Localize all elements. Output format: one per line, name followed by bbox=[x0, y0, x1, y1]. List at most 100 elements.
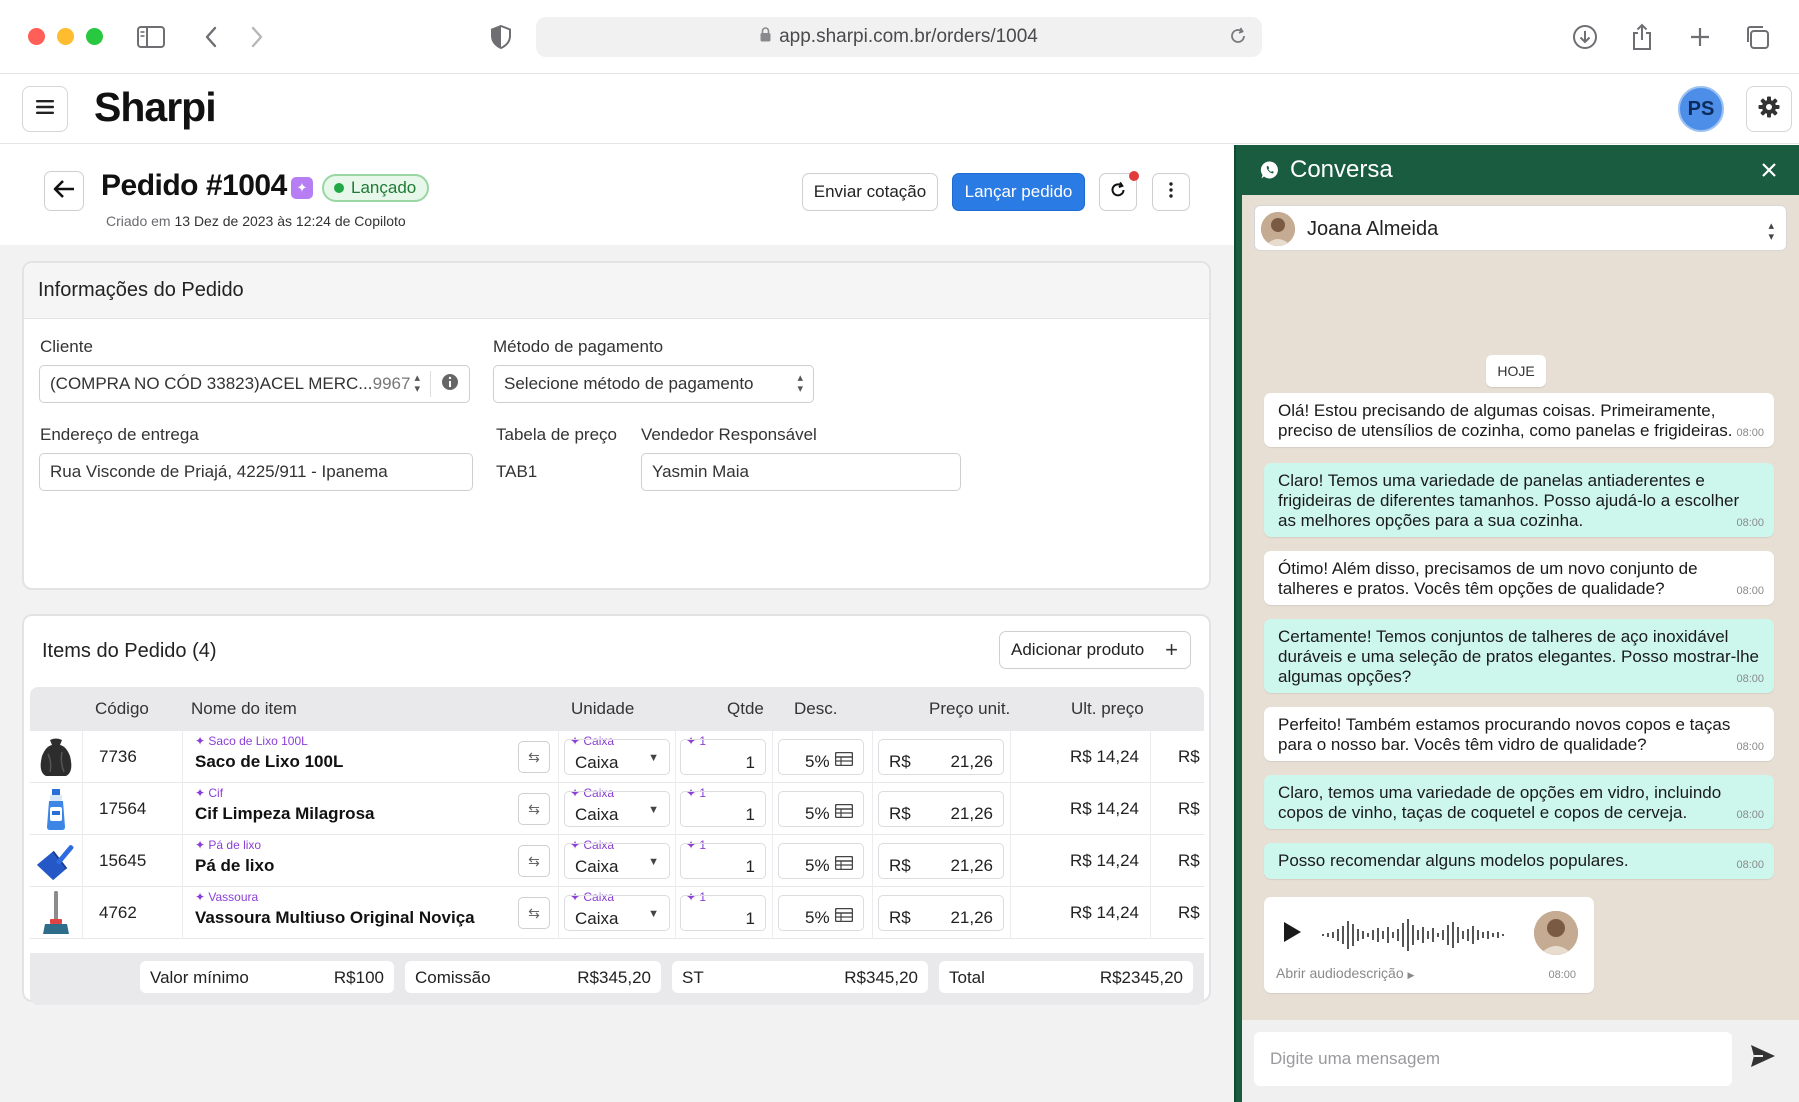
total-pill: Total R$2345,20 bbox=[939, 961, 1193, 993]
seller-label: Vendedor Responsável bbox=[641, 425, 817, 444]
client-select[interactable]: (COMPRA NO CÓD 33823)ACEL MERC... 9967 ▴… bbox=[39, 365, 470, 403]
min-value: R$100 bbox=[333, 968, 384, 987]
table-row[interactable]: 4762 ✦ Vassoura Vassoura Multiuso Origin… bbox=[30, 887, 1204, 939]
seller-field[interactable]: Yasmin Maia bbox=[641, 453, 961, 491]
col-discount: Desc. bbox=[794, 699, 838, 718]
message-time: 08:00 bbox=[1548, 969, 1576, 981]
col-last-price: Ult. preço bbox=[1071, 699, 1144, 718]
swap-item-button[interactable]: ⇆ bbox=[518, 897, 550, 929]
app-logo: Sharpi bbox=[94, 84, 217, 130]
commission-label: Comissão bbox=[415, 968, 491, 987]
back-nav-icon[interactable] bbox=[194, 20, 228, 54]
tab-overview-icon[interactable] bbox=[1740, 20, 1774, 54]
discount-input[interactable]: 5% bbox=[778, 843, 864, 879]
send-icon[interactable] bbox=[1750, 1044, 1776, 1073]
table-row[interactable]: 7736 ✦ Saco de Lixo 100L Saco de Lixo 10… bbox=[30, 731, 1204, 783]
swap-item-button[interactable]: ⇆ bbox=[518, 793, 550, 825]
discount-input[interactable]: 5% bbox=[778, 739, 864, 775]
swap-item-button[interactable]: ⇆ bbox=[518, 741, 550, 773]
message-time: 08:00 bbox=[1736, 859, 1764, 871]
unit-price-input[interactable]: R$ 21,26 bbox=[878, 895, 1004, 931]
swap-item-button[interactable]: ⇆ bbox=[518, 845, 550, 877]
download-icon[interactable] bbox=[1568, 20, 1602, 54]
table-row[interactable]: 17564 ✦ Cif Cif Limpeza Milagrosa ⇆ ✦ Ca… bbox=[30, 783, 1204, 835]
qty-input[interactable]: 1 bbox=[680, 791, 766, 827]
table-icon[interactable] bbox=[834, 751, 854, 771]
info-icon[interactable] bbox=[441, 373, 459, 396]
swap-icon: ⇆ bbox=[528, 852, 540, 869]
whatsapp-icon bbox=[1260, 160, 1280, 185]
discount-input[interactable]: 5% bbox=[778, 791, 864, 827]
qty-input[interactable]: 1 bbox=[680, 739, 766, 775]
unit-price-input[interactable]: R$ 21,26 bbox=[878, 843, 1004, 879]
unit-select[interactable]: Caixa ▼ bbox=[564, 895, 670, 931]
privacy-shield-icon[interactable] bbox=[484, 20, 518, 54]
refresh-button[interactable] bbox=[1099, 171, 1139, 211]
table-icon[interactable] bbox=[834, 803, 854, 823]
order-info-heading: Informações do Pedido bbox=[24, 263, 1209, 319]
new-tab-icon[interactable] bbox=[1683, 20, 1717, 54]
audio-desc-label: Abrir audiodescrição bbox=[1276, 965, 1404, 981]
message-outgoing: Claro, temos uma variedade de opções em … bbox=[1264, 775, 1774, 829]
item-ai-tag: ✦ Saco de Lixo 100L bbox=[195, 734, 308, 748]
unit-value: Caixa bbox=[575, 909, 619, 928]
send-quote-button[interactable]: Enviar cotação bbox=[802, 173, 938, 211]
price-value: 21,26 bbox=[950, 908, 993, 927]
created-info: Criado em 13 Dez de 2023 às 12:24 de Cop… bbox=[106, 213, 406, 229]
audio-description-link[interactable]: Abrir audiodescrição ▶ bbox=[1276, 965, 1414, 981]
add-product-button[interactable]: Adicionar produto + bbox=[999, 631, 1191, 669]
status-dot-icon bbox=[334, 183, 344, 193]
contact-select[interactable]: Joana Almeida ▴ ▾ bbox=[1254, 205, 1787, 251]
message-input[interactable] bbox=[1254, 1032, 1732, 1086]
audio-message: Abrir audiodescrição ▶ 08:00 bbox=[1264, 897, 1594, 993]
close-window-button[interactable] bbox=[28, 28, 45, 45]
st-label: ST bbox=[682, 968, 704, 987]
table-row[interactable]: 15645 ✦ Pá de lixo Pá de lixo ⇆ ✦ Caixa … bbox=[30, 835, 1204, 887]
close-icon[interactable] bbox=[1761, 157, 1777, 185]
share-icon[interactable] bbox=[1625, 20, 1659, 54]
settings-button[interactable] bbox=[1746, 86, 1792, 132]
message-time: 08:00 bbox=[1736, 741, 1764, 753]
audio-waveform-icon[interactable] bbox=[1322, 917, 1518, 958]
status-label: Lançado bbox=[351, 178, 417, 197]
address-label: Endereço de entrega bbox=[40, 425, 199, 444]
chevron-down-icon: ▼ bbox=[648, 908, 659, 920]
qty-input[interactable]: 1 bbox=[680, 895, 766, 931]
reload-page-icon[interactable] bbox=[1228, 26, 1248, 52]
more-options-button[interactable] bbox=[1152, 173, 1190, 211]
unit-price-input[interactable]: R$ 21,26 bbox=[878, 739, 1004, 775]
lock-icon bbox=[760, 26, 771, 48]
minimize-window-button[interactable] bbox=[57, 28, 74, 45]
url-text: app.sharpi.com.br/orders/1004 bbox=[779, 26, 1038, 47]
back-button[interactable] bbox=[44, 171, 84, 211]
currency-label: R$ bbox=[889, 752, 911, 771]
user-avatar[interactable]: PS bbox=[1678, 86, 1724, 132]
unit-price-input[interactable]: R$ 21,26 bbox=[878, 791, 1004, 827]
sidebar-toggle-icon[interactable] bbox=[134, 20, 168, 54]
forward-nav-icon[interactable] bbox=[240, 20, 274, 54]
message-incoming: Olá! Estou precisando de algumas coisas.… bbox=[1264, 393, 1774, 447]
discount-input[interactable]: 5% bbox=[778, 895, 864, 931]
table-icon[interactable] bbox=[834, 855, 854, 875]
menu-button[interactable] bbox=[22, 86, 68, 132]
discount-value: 5% bbox=[805, 752, 830, 771]
unit-select[interactable]: Caixa ▼ bbox=[564, 739, 670, 775]
qty-input[interactable]: 1 bbox=[680, 843, 766, 879]
browser-toolbar: app.sharpi.com.br/orders/1004 bbox=[0, 0, 1799, 74]
item-code: 17564 bbox=[99, 799, 147, 818]
item-ai-tag: ✦ Cif bbox=[195, 786, 224, 800]
maximize-window-button[interactable] bbox=[86, 28, 103, 45]
message-text: Claro! Temos uma variedade de panelas an… bbox=[1278, 471, 1740, 530]
play-icon[interactable] bbox=[1282, 921, 1302, 948]
subtotal-currency: R$ bbox=[1178, 799, 1200, 818]
caret-right-icon: ▶ bbox=[1407, 970, 1415, 980]
address-field[interactable]: Rua Visconde de Priajá, 4225/911 - Ipane… bbox=[39, 453, 473, 491]
unit-select[interactable]: Caixa ▼ bbox=[564, 843, 670, 879]
unit-select[interactable]: Caixa ▼ bbox=[564, 791, 670, 827]
unit-value: Caixa bbox=[575, 753, 619, 772]
table-icon[interactable] bbox=[834, 907, 854, 927]
payment-select[interactable]: Selecione método de pagamento ▴ ▾ bbox=[493, 365, 814, 403]
spray-bottle-icon bbox=[34, 787, 78, 831]
launch-order-button[interactable]: Lançar pedido bbox=[952, 173, 1085, 211]
address-bar[interactable]: app.sharpi.com.br/orders/1004 bbox=[536, 17, 1262, 57]
